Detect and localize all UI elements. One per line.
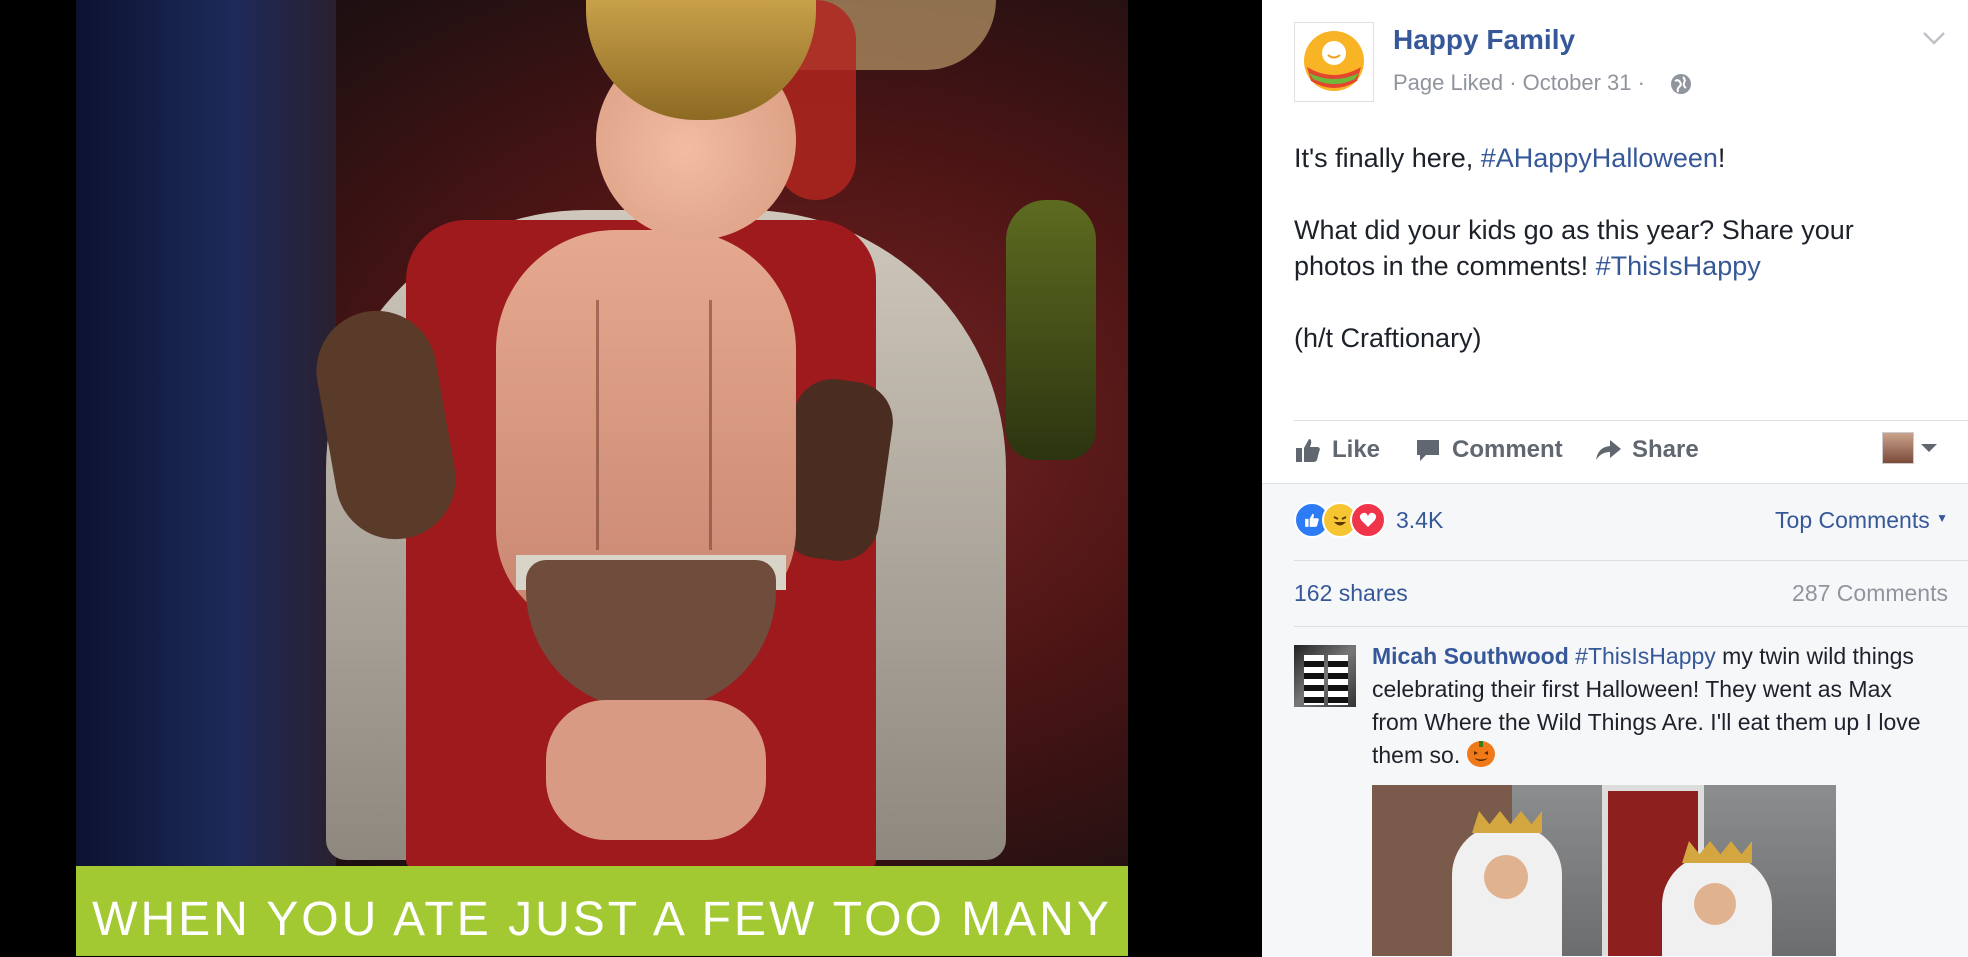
photo-caption-band: WHEN YOU ATE JUST A FEW TOO MANY bbox=[76, 866, 1128, 956]
commenter-name-link[interactable]: Micah Southwood bbox=[1372, 643, 1569, 669]
caret-down-icon bbox=[1921, 444, 1937, 452]
reaction-count: 3.4K bbox=[1396, 506, 1444, 533]
reactions-summary[interactable]: 3.4K bbox=[1294, 502, 1443, 538]
comment-button[interactable]: Comment bbox=[1414, 428, 1563, 472]
love-reaction-icon bbox=[1350, 502, 1386, 538]
comment-as-selector[interactable] bbox=[1882, 432, 1938, 464]
thumbs-up-icon bbox=[1296, 439, 1320, 462]
page-avatar[interactable] bbox=[1294, 22, 1374, 102]
hashtag-link[interactable]: #ThisIsHappy bbox=[1596, 251, 1761, 281]
page-name-link[interactable]: Happy Family bbox=[1393, 24, 1575, 56]
commenter-avatar[interactable] bbox=[1294, 645, 1356, 707]
user-avatar bbox=[1882, 432, 1914, 464]
jack-o-lantern-icon bbox=[1466, 741, 1495, 767]
comment-attached-photo[interactable] bbox=[1372, 785, 1836, 956]
like-button[interactable]: Like bbox=[1294, 428, 1380, 472]
shares-link[interactable]: 162 shares bbox=[1294, 580, 1408, 607]
post-actions: Like Comment Share bbox=[1294, 428, 1954, 472]
post-meta: Page Liked · October 31 · bbox=[1393, 70, 1645, 95]
globe-icon[interactable] bbox=[1670, 73, 1692, 95]
post-photo[interactable] bbox=[76, 0, 1128, 956]
hashtag-link[interactable]: #ThisIsHappy bbox=[1575, 643, 1716, 669]
post-sidebar: Happy Family Page Liked · October 31 · I… bbox=[1262, 0, 1968, 957]
post-text-line-1: It's finally here, #AHappyHalloween! bbox=[1294, 143, 1726, 173]
post-text-credit: (h/t Craftionary) bbox=[1294, 323, 1482, 353]
comments-count-link[interactable]: 287 Comments bbox=[1792, 580, 1948, 607]
photo-viewer: WHEN YOU ATE JUST A FEW TOO MANY bbox=[0, 0, 1262, 956]
share-arrow-icon bbox=[1596, 440, 1621, 460]
happy-family-logo bbox=[1304, 31, 1364, 91]
comment-sort-dropdown[interactable]: Top Comments ▼ bbox=[1775, 507, 1948, 534]
hashtag-link[interactable]: #AHappyHalloween bbox=[1481, 143, 1718, 173]
post-text: It's finally here, #AHappyHalloween! Wha… bbox=[1294, 140, 1934, 392]
share-button[interactable]: Share bbox=[1594, 428, 1699, 472]
comment: Micah Southwood #ThisIsHappy my twin wil… bbox=[1372, 640, 1932, 772]
photo-caption: WHEN YOU ATE JUST A FEW TOO MANY bbox=[92, 893, 1112, 946]
post-text-line-2: What did your kids go as this year? Shar… bbox=[1294, 215, 1854, 281]
caret-down-icon: ▼ bbox=[1936, 511, 1948, 525]
post-options-chevron-icon[interactable] bbox=[1922, 30, 1946, 46]
comment-bubble-icon bbox=[1417, 440, 1439, 461]
